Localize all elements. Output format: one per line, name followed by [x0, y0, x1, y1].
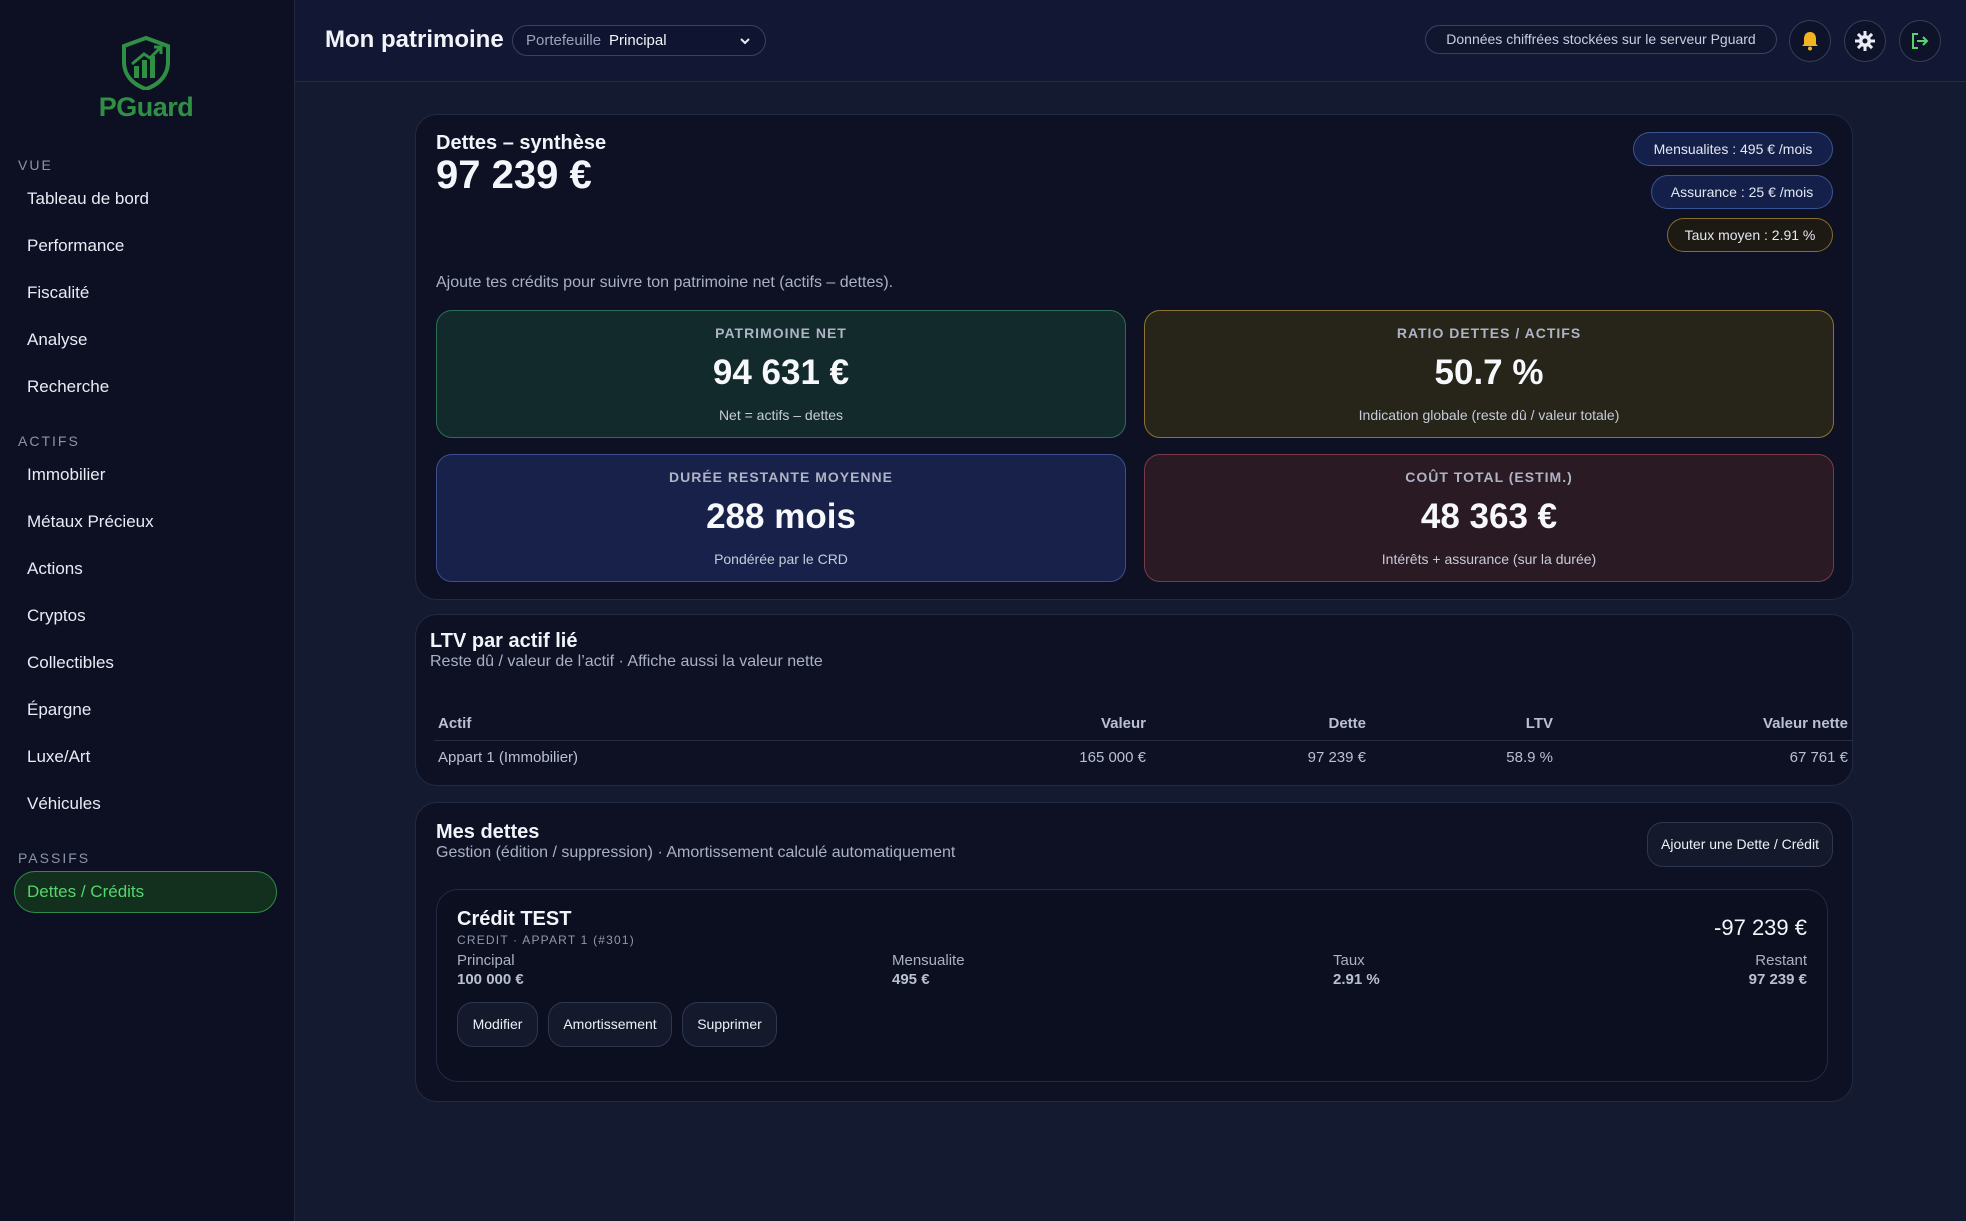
field-value: 2.91 % — [1333, 971, 1380, 988]
sidebar-item-luxury-art[interactable]: Luxe/Art — [27, 747, 90, 767]
field-value: 495 € — [892, 971, 930, 988]
kpi-sub: Intérêts + assurance (sur la durée) — [1381, 551, 1597, 567]
debt-amount: -97 239 € — [1714, 915, 1807, 940]
debt-name: Crédit TEST — [457, 908, 572, 930]
chevron-down-icon — [740, 38, 750, 45]
field-value: 97 239 € — [1748, 971, 1807, 988]
field-label: Taux — [1333, 952, 1365, 969]
portfolio-select[interactable]: Portefeuille Principal — [512, 25, 766, 56]
sidebar-item-cryptos[interactable]: Cryptos — [27, 606, 86, 626]
add-debt-button[interactable]: Ajouter une Dette / Crédit — [1647, 822, 1833, 867]
field-label: Restant — [1755, 952, 1807, 969]
field-label: Mensualite — [892, 952, 965, 969]
kpi-value: 50.7 % — [1434, 353, 1544, 392]
nav-section-vue: VUE — [18, 157, 53, 173]
column-header-value: Valeur — [994, 709, 1150, 741]
column-header-debt: Dette — [1150, 709, 1370, 741]
kpi-label: DURÉE RESTANTE MOYENNE — [669, 469, 893, 485]
column-header-ltv: LTV — [1370, 709, 1557, 741]
debts-title: Mes dettes — [436, 821, 540, 843]
debt-meta: CREDIT · APPART 1 (#301) — [457, 933, 635, 947]
bell-icon — [1802, 32, 1818, 51]
field-value: 100 000 € — [457, 971, 524, 988]
ltv-title: LTV par actif lié — [430, 630, 578, 652]
debt-summary-card: Dettes – synthèse 97 239 € Mensualites :… — [415, 114, 1853, 600]
column-header-net-value: Valeur nette — [1557, 709, 1852, 741]
field-label: Principal — [457, 952, 515, 969]
debt-item-card: Crédit TEST CREDIT · APPART 1 (#301) -97… — [436, 889, 1828, 1082]
portfolio-select-value: Principal — [609, 32, 667, 49]
portfolio-select-label: Portefeuille — [526, 32, 602, 49]
sidebar-item-research[interactable]: Recherche — [27, 377, 109, 397]
logout-icon — [1912, 33, 1929, 49]
column-header-asset: Actif — [434, 709, 994, 741]
kpi-label: RATIO DETTES / ACTIFS — [1396, 325, 1582, 341]
cell-debt: 97 239 € — [1307, 749, 1366, 766]
monthly-payment-pill: Mensualites : 495 € /mois — [1633, 132, 1833, 166]
sidebar-item-collectibles[interactable]: Collectibles — [27, 653, 114, 673]
cell-ltv: 58.9 % — [1506, 749, 1553, 766]
debt-ratio-kpi: RATIO DETTES / ACTIFS 50.7 % Indication … — [1144, 310, 1834, 438]
notifications-button[interactable] — [1789, 20, 1831, 62]
sidebar: PGuard VUE Tableau de bord Performance F… — [0, 0, 295, 1221]
ltv-table: Actif Valeur Dette LTV Valeur nette Appa… — [434, 709, 1852, 774]
delete-debt-button[interactable]: Supprimer — [682, 1002, 777, 1047]
amortization-button[interactable]: Amortissement — [548, 1002, 672, 1047]
ltv-subtitle: Reste dû / valeur de l’actif · Affiche a… — [430, 653, 823, 670]
sidebar-item-debts[interactable]: Dettes / Crédits — [14, 871, 277, 913]
monthly-field: Mensualite 495 € — [892, 952, 965, 988]
summary-total: 97 239 € — [436, 153, 592, 197]
gear-icon — [1855, 31, 1875, 51]
my-debts-card: Mes dettes Gestion (édition / suppressio… — [415, 802, 1853, 1102]
average-rate-pill: Taux moyen : 2.91 % — [1667, 218, 1833, 252]
kpi-sub: Net = actifs – dettes — [718, 407, 844, 423]
page-title: Mon patrimoine — [325, 26, 504, 53]
sidebar-item-vehicles[interactable]: Véhicules — [27, 794, 101, 814]
principal-field: Principal 100 000 € — [457, 952, 524, 988]
sidebar-item-precious-metals[interactable]: Métaux Précieux — [27, 512, 154, 532]
cell-asset: Appart 1 (Immobilier) — [438, 749, 579, 766]
summary-title: Dettes – synthèse — [436, 132, 607, 154]
nav-section-passifs: PASSIFS — [18, 850, 91, 866]
ltv-card: LTV par actif lié Reste dû / valeur de l… — [415, 614, 1853, 786]
encryption-badge: Données chiffrées stockées sur le serveu… — [1425, 25, 1777, 54]
table-row: Appart 1 (Immobilier) 165 000 € 97 239 €… — [434, 741, 1852, 775]
cell-value: 165 000 € — [1079, 749, 1146, 766]
kpi-label: COÛT TOTAL (ESTIM.) — [1405, 469, 1573, 485]
total-cost-kpi: COÛT TOTAL (ESTIM.) 48 363 € Intérêts + … — [1144, 454, 1834, 582]
kpi-sub: Indication globale (reste dû / valeur to… — [1358, 407, 1620, 423]
net-worth-kpi: PATRIMOINE NET 94 631 € Net = actifs – d… — [436, 310, 1126, 438]
remaining-field: Restant 97 239 € — [1749, 952, 1807, 988]
sidebar-item-performance[interactable]: Performance — [27, 236, 124, 256]
summary-hint: Ajoute tes crédits pour suivre ton patri… — [436, 274, 894, 291]
sidebar-item-dashboard[interactable]: Tableau de bord — [27, 189, 149, 209]
shield-chart-icon — [122, 36, 170, 90]
settings-button[interactable] — [1844, 20, 1886, 62]
sidebar-item-real-estate[interactable]: Immobilier — [27, 465, 105, 485]
kpi-label: PATRIMOINE NET — [715, 325, 847, 341]
sidebar-item-taxation[interactable]: Fiscalité — [27, 283, 89, 303]
rate-field: Taux 2.91 % — [1333, 952, 1380, 988]
kpi-value: 48 363 € — [1420, 497, 1558, 536]
logout-button[interactable] — [1899, 20, 1941, 62]
edit-debt-button[interactable]: Modifier — [457, 1002, 538, 1047]
top-header: Mon patrimoine Portefeuille Principal Don… — [295, 0, 1966, 82]
kpi-value: 94 631 € — [712, 353, 850, 392]
cell-net-value: 67 761 € — [1789, 749, 1848, 766]
kpi-sub: Pondérée par le CRD — [714, 551, 848, 567]
insurance-pill: Assurance : 25 € /mois — [1651, 175, 1833, 209]
brand-name: PGuard — [98, 92, 194, 122]
table-header-row: Actif Valeur Dette LTV Valeur nette — [434, 709, 1852, 741]
brand-logo[interactable]: PGuard — [96, 36, 196, 123]
kpi-value: 288 mois — [706, 497, 856, 536]
average-duration-kpi: DURÉE RESTANTE MOYENNE 288 mois Pondérée… — [436, 454, 1126, 582]
nav-section-actifs: ACTIFS — [18, 433, 80, 449]
sidebar-item-analysis[interactable]: Analyse — [27, 330, 87, 350]
debts-subtitle: Gestion (édition / suppression) · Amorti… — [436, 844, 956, 861]
sidebar-item-savings[interactable]: Épargne — [27, 700, 91, 720]
sidebar-item-stocks[interactable]: Actions — [27, 559, 83, 579]
